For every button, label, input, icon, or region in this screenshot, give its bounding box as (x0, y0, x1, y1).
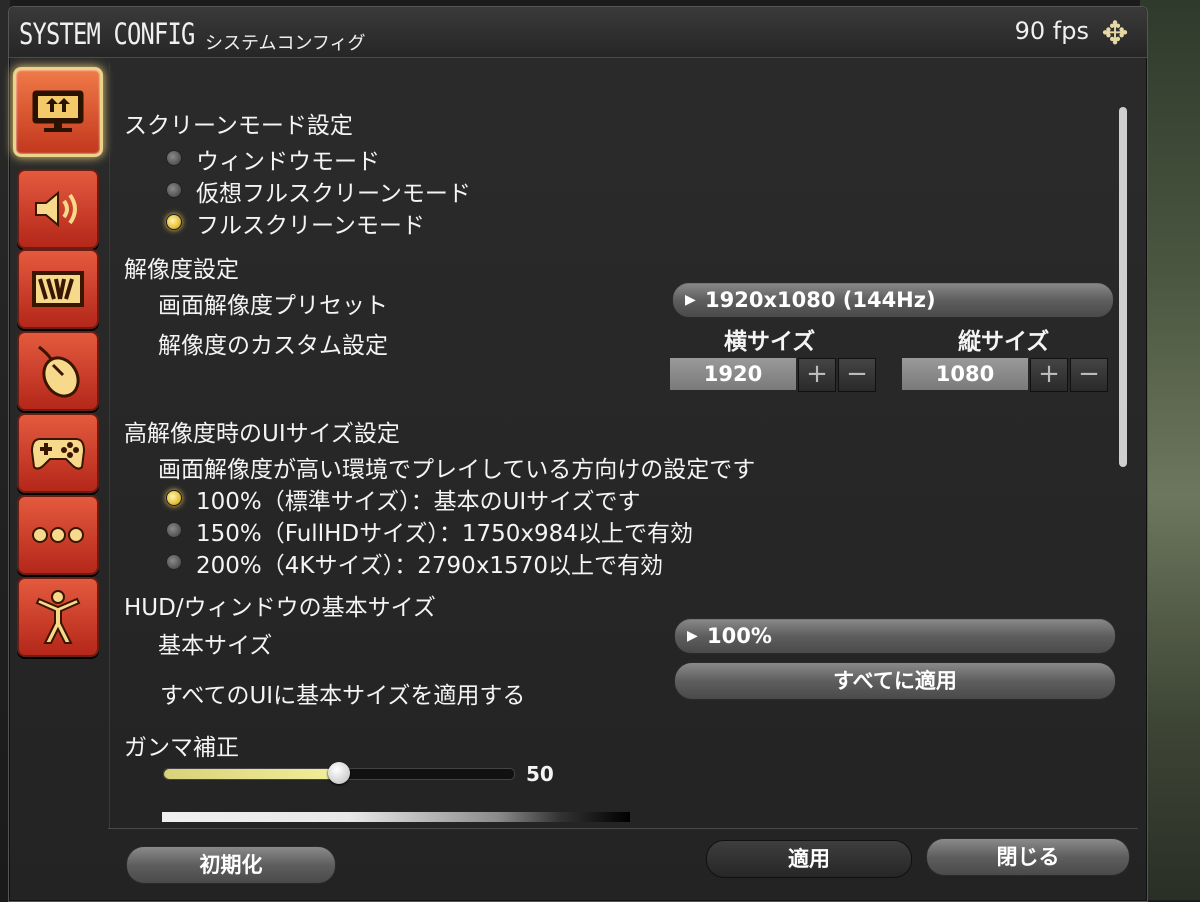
width-label: 横サイズ (724, 329, 816, 355)
sidebar-item-gamepad[interactable] (17, 413, 99, 493)
scrollbar[interactable] (1119, 107, 1127, 467)
person-icon (35, 590, 81, 644)
ui-size-description: 画面解像度が高い環境でプレイしている方向けの設定です (158, 457, 756, 483)
radio-virtual-fullscreen[interactable] (166, 182, 182, 198)
cross-gear-icon[interactable]: ✥ (1097, 15, 1133, 51)
sidebar-item-other[interactable] (17, 495, 99, 575)
window-title-jp: システムコンフィグ (205, 33, 366, 54)
height-input[interactable]: 1080 (902, 358, 1028, 390)
close-button[interactable]: 閉じる (926, 838, 1130, 876)
ui-size-heading: 高解像度時のUIサイズ設定 (124, 421, 400, 447)
sidebar-item-mouse[interactable] (17, 331, 99, 411)
sidebar-item-display[interactable] (13, 67, 103, 157)
height-label: 縦サイズ (958, 329, 1050, 355)
hud-heading: HUD/ウィンドウの基本サイズ (124, 595, 436, 621)
resolution-preset-label: 画面解像度プリセット (158, 293, 388, 319)
fullscreen-label[interactable]: フルスクリーンモード (196, 206, 425, 240)
custom-resolution-label: 解像度のカスタム設定 (158, 333, 388, 359)
virtual-fullscreen-label[interactable]: 仮想フルスクリーンモード (196, 174, 471, 208)
gamma-slider-knob[interactable] (328, 762, 350, 784)
sidebar-item-graphics[interactable] (17, 249, 99, 329)
monitor-icon (32, 90, 84, 132)
apply-all-button[interactable]: すべてに適用 (674, 662, 1116, 700)
radio-ui-150[interactable] (166, 522, 182, 538)
more-icon (32, 527, 84, 543)
base-size-dropdown[interactable]: ▶ 100% (674, 618, 1116, 654)
screen-mode-heading: スクリーンモード設定 (124, 113, 353, 139)
base-size-label: 基本サイズ (158, 633, 273, 659)
apply-all-label: すべてのUIに基本サイズを適用する (160, 683, 526, 709)
sidebar-item-character[interactable] (17, 577, 99, 657)
resolution-heading: 解像度設定 (124, 257, 239, 283)
sidebar-item-sound[interactable] (17, 169, 99, 249)
resolution-preset-value: 1920x1080 (144Hz) (705, 288, 936, 312)
height-plus-button[interactable]: + (1030, 358, 1068, 392)
footer-divider (108, 828, 1138, 829)
dropdown-arrow-icon: ▶ (687, 628, 698, 644)
width-input[interactable]: 1920 (670, 358, 796, 390)
dropdown-arrow-icon: ▶ (685, 292, 696, 308)
width-minus-button[interactable]: − (838, 358, 876, 392)
radio-fullscreen[interactable] (166, 214, 182, 230)
background-scenery (1140, 0, 1200, 900)
base-size-value: 100% (707, 624, 772, 648)
fps-counter: 90 fps (1014, 17, 1089, 45)
ui-150-label[interactable]: 150%（FullHDサイズ）：1750x984以上で有効 (196, 514, 693, 548)
graphics-icon (32, 271, 84, 307)
radio-ui-100[interactable] (166, 490, 182, 506)
gamepad-icon (30, 438, 86, 470)
gamma-slider-fill (164, 769, 339, 779)
gamma-gradient-bar (162, 812, 630, 822)
mouse-icon (38, 345, 80, 398)
gamma-slider[interactable] (163, 762, 515, 784)
radio-window-mode[interactable] (166, 150, 182, 166)
window-mode-label[interactable]: ウィンドウモード (196, 142, 380, 176)
title-bar[interactable]: SYSTEM CONFIG システムコンフィグ 90 fps ✥ (9, 7, 1147, 58)
apply-button[interactable]: 適用 (706, 840, 912, 878)
window-title: SYSTEM CONFIG (19, 17, 195, 51)
resolution-preset-dropdown[interactable]: ▶ 1920x1080 (144Hz) (672, 282, 1114, 318)
ui-200-label[interactable]: 200%（4Kサイズ）：2790x1570以上で有効 (196, 546, 663, 580)
ui-100-label[interactable]: 100%（標準サイズ）：基本のUIサイズです (196, 482, 641, 516)
reset-button[interactable]: 初期化 (126, 846, 336, 884)
height-minus-button[interactable]: − (1070, 358, 1108, 392)
category-sidebar (9, 63, 109, 901)
width-plus-button[interactable]: + (798, 358, 836, 392)
radio-ui-200[interactable] (166, 554, 182, 570)
gamma-value: 50 (526, 762, 554, 786)
gamma-heading: ガンマ補正 (124, 735, 239, 761)
speaker-icon (35, 190, 77, 228)
